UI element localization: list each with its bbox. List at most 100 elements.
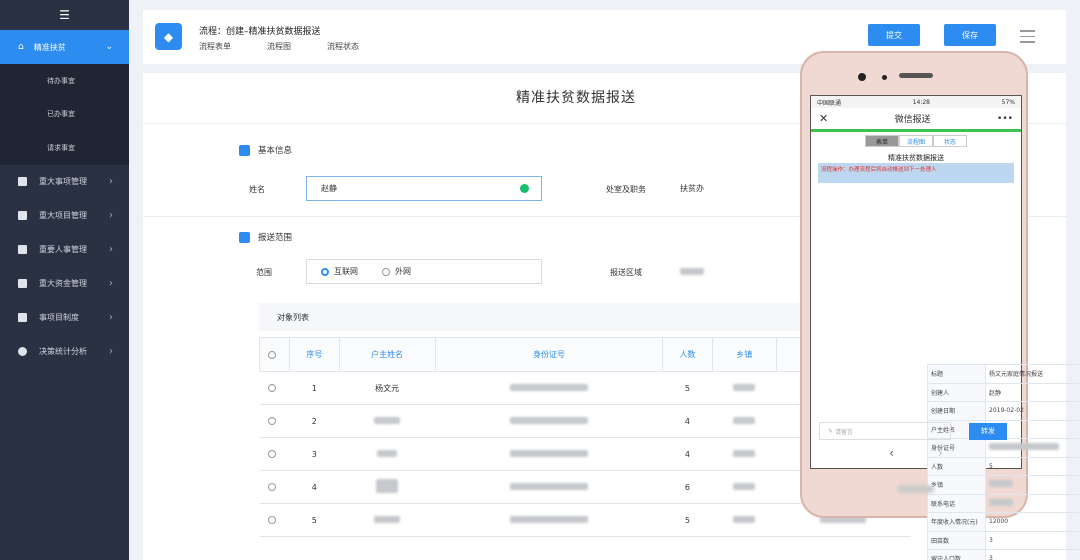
section-basic-info: 基本信息 <box>239 144 292 156</box>
sidebar-item-poverty[interactable]: ⌂ 精准扶贫 ⌄ <box>0 30 129 64</box>
folder-icon <box>18 177 27 186</box>
cell-name <box>339 437 436 471</box>
sidebar-item-major-matters[interactable]: 重大事项管理 › <box>0 165 129 199</box>
phone-field-value: 杨文元家庭情况报送 <box>985 364 1080 384</box>
chevron-right-icon: › <box>109 176 113 187</box>
row-select-radio[interactable] <box>259 404 290 438</box>
sidebar-item-label: 精准扶贫 <box>33 42 66 52</box>
phone-form-row: 创建人 赵静 <box>927 382 1080 402</box>
phone-form-row: 留守人口数 3 <box>927 549 1080 560</box>
radio-empty-icon <box>268 350 276 359</box>
phone-form-row: 标题 杨文元家庭情况报送 <box>927 364 1080 384</box>
radio-empty-icon <box>268 450 276 458</box>
browser-nav: ‹ › <box>811 446 1021 460</box>
cell-id <box>435 437 663 471</box>
phone-field-label: 留守人口数 <box>927 549 986 560</box>
calculator-icon <box>18 313 27 322</box>
sidebar-item-personnel[interactable]: 重要人事管理 › <box>0 233 129 267</box>
phone-field-value <box>985 475 1080 495</box>
phone-tab-flowchart[interactable]: 流程图 <box>899 135 933 147</box>
tab-form[interactable]: 流程表单 <box>199 41 231 52</box>
phone-field-value: 3 <box>985 549 1080 560</box>
phone-tab-status[interactable]: 状态 <box>933 135 967 147</box>
sidebar-submenu: 待办事宜 已办事宜 请求事宜 <box>0 64 129 165</box>
row-select-radio[interactable] <box>259 470 290 504</box>
cell-town <box>712 437 777 471</box>
dept-field[interactable]: 扶贫办 <box>666 176 816 201</box>
row-select-radio[interactable] <box>259 503 290 537</box>
cell-id <box>435 404 663 438</box>
phone-tab-form[interactable]: 表单 <box>865 135 899 147</box>
radio-checked-icon <box>321 267 329 276</box>
redacted-value <box>989 498 1013 506</box>
sidebar-item-label: 事项目制度 <box>39 313 79 322</box>
check-icon <box>520 184 529 193</box>
home-button[interactable] <box>898 485 934 493</box>
cell-count: 6 <box>662 470 713 504</box>
section-title: 基本信息 <box>258 146 293 156</box>
menu-icon[interactable] <box>1020 30 1035 47</box>
status-time: 14:28 <box>912 98 930 106</box>
redacted-value <box>989 480 1013 488</box>
select-all-checkbox[interactable] <box>259 337 290 372</box>
sidebar-item-major-projects[interactable]: 重大项目管理 › <box>0 199 129 233</box>
home-icon: ⌂ <box>18 42 24 52</box>
row-select-radio[interactable] <box>259 371 290 405</box>
sidebar-item-funds[interactable]: 重大资金管理 › <box>0 267 129 301</box>
phone-field-label: 年度收入情况(元) <box>927 512 986 532</box>
region-field[interactable] <box>666 259 816 284</box>
sidebar-subitem-request[interactable]: 请求事宜 <box>0 131 129 165</box>
reply-input[interactable]: ✎ 请留言 <box>819 422 951 440</box>
cell-town <box>712 503 777 537</box>
name-value: 赵静 <box>321 184 337 193</box>
phone-form-row: 联系电话 <box>927 493 1080 513</box>
phone-field-label: 标题 <box>927 364 986 384</box>
chevron-right-icon: › <box>109 244 113 255</box>
more-icon[interactable]: ••• <box>997 114 1013 124</box>
phone-reply-bar: ✎ 请留言 转发 <box>811 418 1021 444</box>
tag-icon: ◆ <box>155 23 182 50</box>
sidebar-subitem-done[interactable]: 已办事宜 <box>0 98 129 132</box>
range-radio-group: 互联网 外网 <box>306 259 542 284</box>
chevron-right-icon: › <box>109 346 113 357</box>
radio-extranet[interactable]: 外网 <box>382 266 411 277</box>
back-icon[interactable]: ‹ <box>889 446 894 460</box>
sidebar-item-stats[interactable]: 决策统计分析 › <box>0 335 129 369</box>
cell-no: 4 <box>289 470 340 504</box>
sidebar-item-label: 重大资金管理 <box>39 279 87 288</box>
pie-chart-icon <box>18 347 27 356</box>
phone-field-value <box>985 493 1080 513</box>
tab-status[interactable]: 流程状态 <box>327 41 359 52</box>
sidebar-item-label: 重大事项管理 <box>39 177 87 186</box>
phone-form-table: 标题杨文元家庭情况报送创建人赵静创建日期2019-02-02户主姓名杨文元身份证… <box>927 364 1080 560</box>
sidebar-item-label: 决策统计分析 <box>39 347 87 356</box>
save-button[interactable]: 保存 <box>944 24 996 46</box>
phone-field-value: 12000 <box>985 512 1080 532</box>
radio-empty-icon <box>268 417 276 425</box>
radio-empty-icon <box>268 483 276 491</box>
document-icon <box>18 245 27 254</box>
phone-field-value: 赵静 <box>985 382 1080 402</box>
close-icon[interactable]: ✕ <box>819 112 828 125</box>
forward-button[interactable]: 转发 <box>969 422 1007 440</box>
phone-note: 流程操作：办理流程后将自动推送到下一处理人 <box>818 163 1014 183</box>
page-title: 流程：创建–精准扶贫数据报送 <box>199 27 321 37</box>
status-bar: 中国联通 14:28 57% <box>811 96 1021 108</box>
cell-count: 4 <box>662 437 713 471</box>
sidebar-item-system[interactable]: 事项目制度 › <box>0 301 129 335</box>
cell-count: 4 <box>662 404 713 438</box>
tab-flowchart[interactable]: 流程图 <box>267 41 291 52</box>
name-field[interactable]: 赵静 <box>306 176 542 201</box>
menu-toggle-icon[interactable]: ☰ <box>0 0 129 30</box>
forward-icon[interactable]: › <box>938 446 943 460</box>
row-select-radio[interactable] <box>259 437 290 471</box>
phone-nav-bar: ✕ 微信报送 ••• <box>811 108 1021 132</box>
submit-button[interactable]: 提交 <box>868 24 920 46</box>
radio-internet[interactable]: 互联网 <box>321 266 358 277</box>
phone-form-row: 田亩数 3 <box>927 530 1080 550</box>
chevron-right-icon: › <box>109 312 113 323</box>
col-no: 序号 <box>289 337 340 372</box>
sidebar-subitem-todo[interactable]: 待办事宜 <box>0 64 129 98</box>
col-town: 乡镇 <box>711 337 777 372</box>
radio-empty-icon <box>268 384 276 392</box>
